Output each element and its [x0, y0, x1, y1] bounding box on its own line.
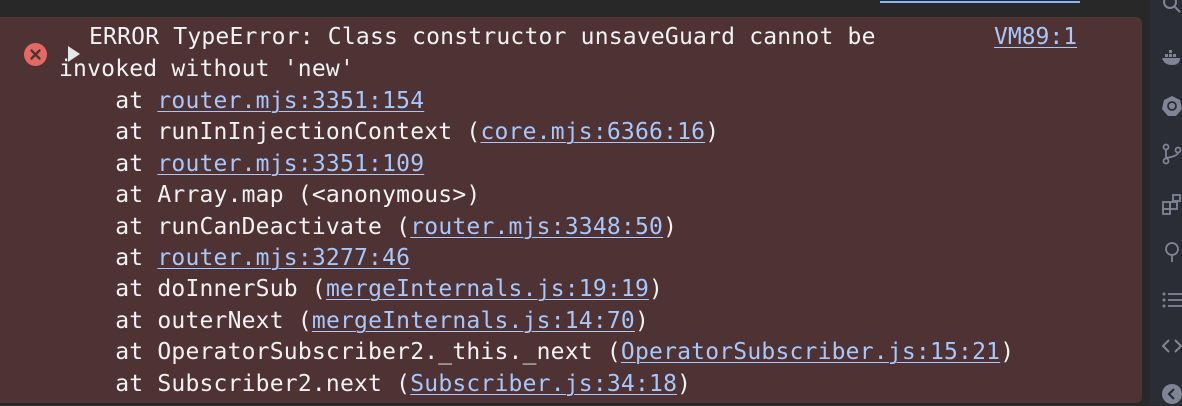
stack-frame-source-link[interactable]: mergeInternals.js:19:19	[326, 276, 649, 302]
stack-frame-prefix: at	[59, 182, 158, 209]
stack-frame-function: Subscriber2.next	[157, 370, 397, 397]
docker-icon[interactable]	[1160, 46, 1182, 70]
stack-frame: at router.mjs:3351:109	[59, 148, 424, 180]
stack-frame-function: OperatorSubscriber2._this._next	[157, 339, 607, 366]
stack-frame-source-link[interactable]: router.mjs:3277:46	[157, 245, 410, 271]
stack-frame-source-link[interactable]: router.mjs:3351:154	[157, 88, 424, 114]
close-paren: )	[634, 307, 650, 334]
close-paren: )	[1000, 339, 1015, 366]
stack-frame-function: outerNext	[157, 307, 298, 334]
extensions-icon[interactable]	[1160, 192, 1182, 216]
close-paren: )	[649, 276, 664, 303]
close-paren: )	[663, 213, 678, 240]
search-icon[interactable]	[1160, 0, 1182, 16]
stack-frame-prefix: at	[59, 245, 158, 271]
source-control-icon[interactable]	[1160, 142, 1182, 166]
previous-console-line	[0, 0, 1150, 4]
stack-frame: at Array.map (<anonymous>)	[59, 179, 480, 211]
stack-frame-source-link[interactable]: core.mjs:6366:16	[480, 119, 705, 145]
open-paren: (	[297, 307, 312, 334]
stack-frame-function: runCanDeactivate	[157, 213, 397, 240]
stack-frame-function: doInnerSub	[157, 276, 312, 303]
error-message-line1: ERROR TypeError: Class constructor unsav…	[89, 24, 876, 50]
stack-frame: at doInnerSub (mergeInternals.js:19:19)	[59, 273, 663, 305]
error-message-line2: invoked without 'new'	[59, 56, 354, 82]
kubernetes-icon[interactable]	[1160, 94, 1182, 118]
stack-frame: at runCanDeactivate (router.mjs:3348:50)	[59, 211, 677, 243]
stack-frame-prefix: at	[59, 370, 158, 397]
stack-frame-function: Array.map (<anonymous>)	[157, 182, 481, 209]
stack-frame-function: runInInjectionContext	[157, 119, 467, 146]
stack-frame-source-link[interactable]: OperatorSubscriber.js:15:21	[621, 339, 1000, 365]
stack-frame-prefix: at	[59, 339, 158, 366]
stack-frame-source-link[interactable]: router.mjs:3348:50	[410, 214, 663, 240]
stack-frame: at router.mjs:3277:46	[59, 242, 410, 274]
chevron-icon[interactable]	[1160, 382, 1182, 406]
code-icon[interactable]	[1160, 334, 1182, 358]
open-paren: (	[466, 119, 481, 146]
close-paren: )	[705, 119, 720, 146]
stack-frame-source-link[interactable]: mergeInternals.js:14:70	[312, 308, 635, 334]
error-circle-icon	[24, 43, 47, 66]
console-error-message[interactable]: ERROR TypeError: Class constructor unsav…	[0, 17, 1142, 403]
stack-frame-prefix: at	[59, 213, 158, 240]
source-location-link[interactable]: VM89:1	[994, 21, 1077, 53]
open-paren: (	[396, 213, 411, 240]
stack-frame-source-link[interactable]: Subscriber.js:34:18	[410, 371, 677, 397]
close-paren: )	[677, 370, 692, 397]
previous-link-underline	[880, 1, 1080, 3]
list-icon[interactable]	[1160, 288, 1182, 312]
open-paren: (	[606, 339, 621, 366]
stack-frame-source-link[interactable]: router.mjs:3351:109	[157, 151, 424, 177]
stack-frame-prefix: at	[59, 119, 158, 146]
stack-frame: at router.mjs:3351:154	[59, 85, 424, 117]
stack-frame: at Subscriber2.next (Subscriber.js:34:18…	[59, 368, 691, 400]
right-activity-sidebar	[1150, 0, 1182, 405]
stack-frame-prefix: at	[59, 307, 158, 334]
stack-frame: at runInInjectionContext (core.mjs:6366:…	[59, 116, 719, 148]
stack-frame: at OperatorSubscriber2._this._next (Oper…	[59, 336, 1014, 368]
tree-icon[interactable]	[1160, 240, 1182, 264]
open-paren: (	[311, 276, 326, 303]
stack-frame-prefix: at	[59, 276, 158, 303]
stack-frame: at outerNext (mergeInternals.js:14:70)	[59, 305, 649, 337]
stack-frame-prefix: at	[59, 150, 158, 177]
stack-frame-prefix: at	[59, 88, 158, 114]
open-paren: (	[396, 370, 411, 397]
